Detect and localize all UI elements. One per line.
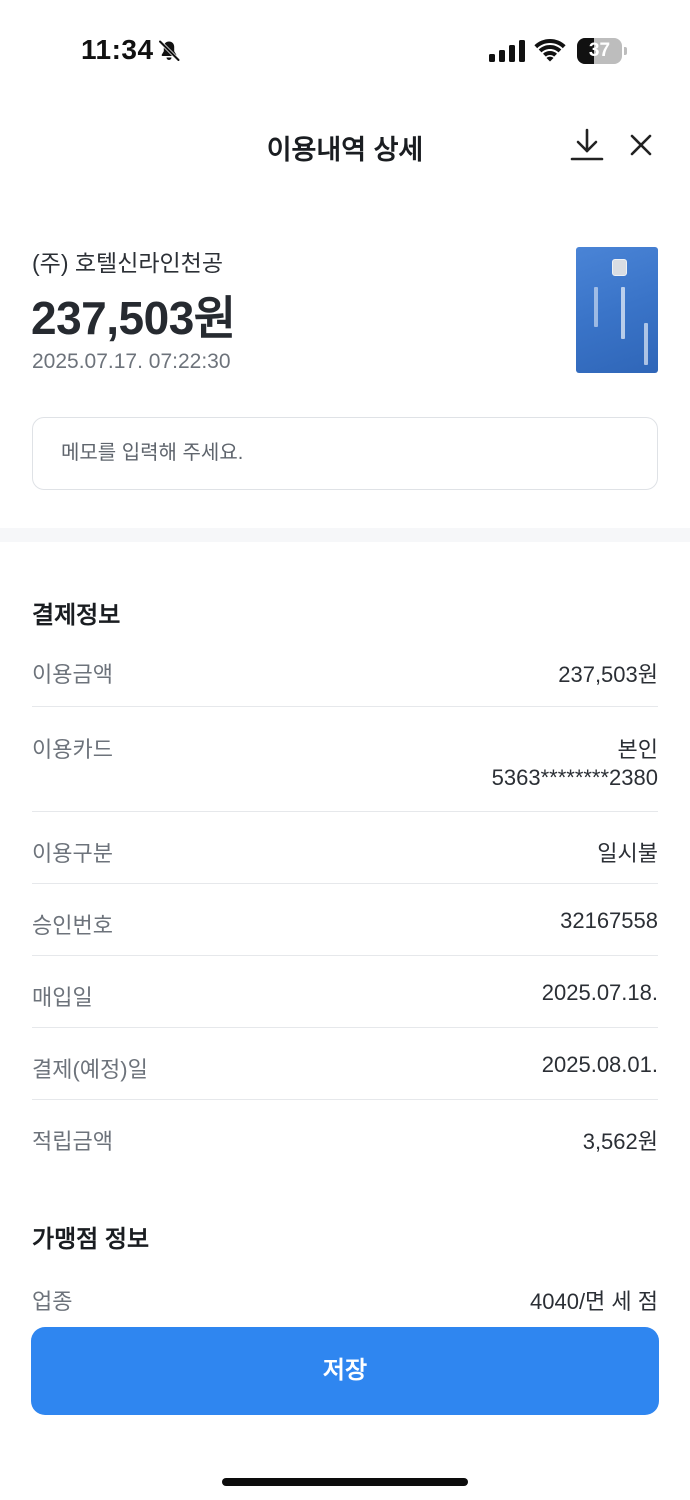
transaction-datetime: 2025.07.17. 07:22:30	[32, 350, 231, 373]
battery-level: 37	[588, 40, 611, 61]
card-chip-icon	[612, 259, 627, 276]
download-icon	[570, 128, 604, 161]
memo-field[interactable]	[32, 417, 658, 490]
info-value: 본인	[617, 737, 658, 762]
info-row-payment-date: 결제(예정)일 2025.08.01.	[32, 1028, 658, 1100]
status-bar: 11:34 37	[0, 0, 690, 100]
info-label: 적립금액	[32, 1129, 113, 1154]
info-label: 이용구분	[32, 841, 113, 866]
save-button[interactable]: 저장	[31, 1327, 659, 1415]
info-label: 이용금액	[32, 662, 113, 687]
info-label: 이용카드	[32, 737, 113, 762]
save-button-label: 저장	[322, 1357, 368, 1384]
wifi-icon	[534, 39, 566, 62]
card-image	[576, 247, 658, 373]
info-row-purchase-date: 매입일 2025.07.18.	[32, 956, 658, 1028]
info-row-approval: 승인번호 32167558	[32, 884, 658, 956]
signal-icon	[489, 40, 525, 62]
card-number: 5363********2380	[491, 765, 658, 790]
info-row-card: 이용카드 본인 5363********2380	[32, 707, 658, 812]
download-button[interactable]	[568, 126, 606, 164]
memo-input[interactable]	[33, 418, 657, 489]
info-label: 승인번호	[32, 913, 113, 938]
payment-info-list: 이용금액 237,503원 이용카드 본인 5363********2380 이…	[32, 636, 658, 1172]
info-label: 매입일	[32, 985, 93, 1010]
info-label: 결제(예정)일	[32, 1057, 148, 1082]
battery-icon: 37	[577, 38, 627, 64]
store-info-title: 가맹점 정보	[32, 1226, 150, 1253]
info-label: 업종	[32, 1289, 73, 1314]
transaction-amount: 237,503원	[31, 292, 236, 344]
info-value: 2025.08.01.	[541, 1052, 658, 1077]
info-value: 32167558	[560, 908, 658, 933]
info-value: 3,562원	[582, 1129, 658, 1154]
close-button[interactable]	[624, 128, 658, 162]
info-row-amount: 이용금액 237,503원	[32, 636, 658, 707]
info-value: 일시불	[597, 841, 658, 866]
info-row-type: 이용구분 일시불	[32, 812, 658, 884]
merchant-name: (주) 호텔신라인천공	[32, 250, 223, 276]
section-divider	[0, 528, 690, 542]
status-time: 11:34	[81, 34, 154, 65]
info-value: 4040/면 세 점	[530, 1289, 658, 1314]
info-value: 237,503원	[558, 662, 658, 687]
close-icon	[630, 134, 652, 156]
bell-off-icon	[158, 39, 181, 62]
payment-info-title: 결제정보	[32, 602, 121, 629]
info-row-category: 업종 4040/면 세 점	[32, 1280, 658, 1320]
header: 이용내역 상세	[0, 110, 690, 180]
home-indicator[interactable]	[222, 1478, 468, 1486]
info-row-points: 적립금액 3,562원	[32, 1100, 658, 1172]
info-value: 2025.07.18.	[541, 980, 658, 1005]
